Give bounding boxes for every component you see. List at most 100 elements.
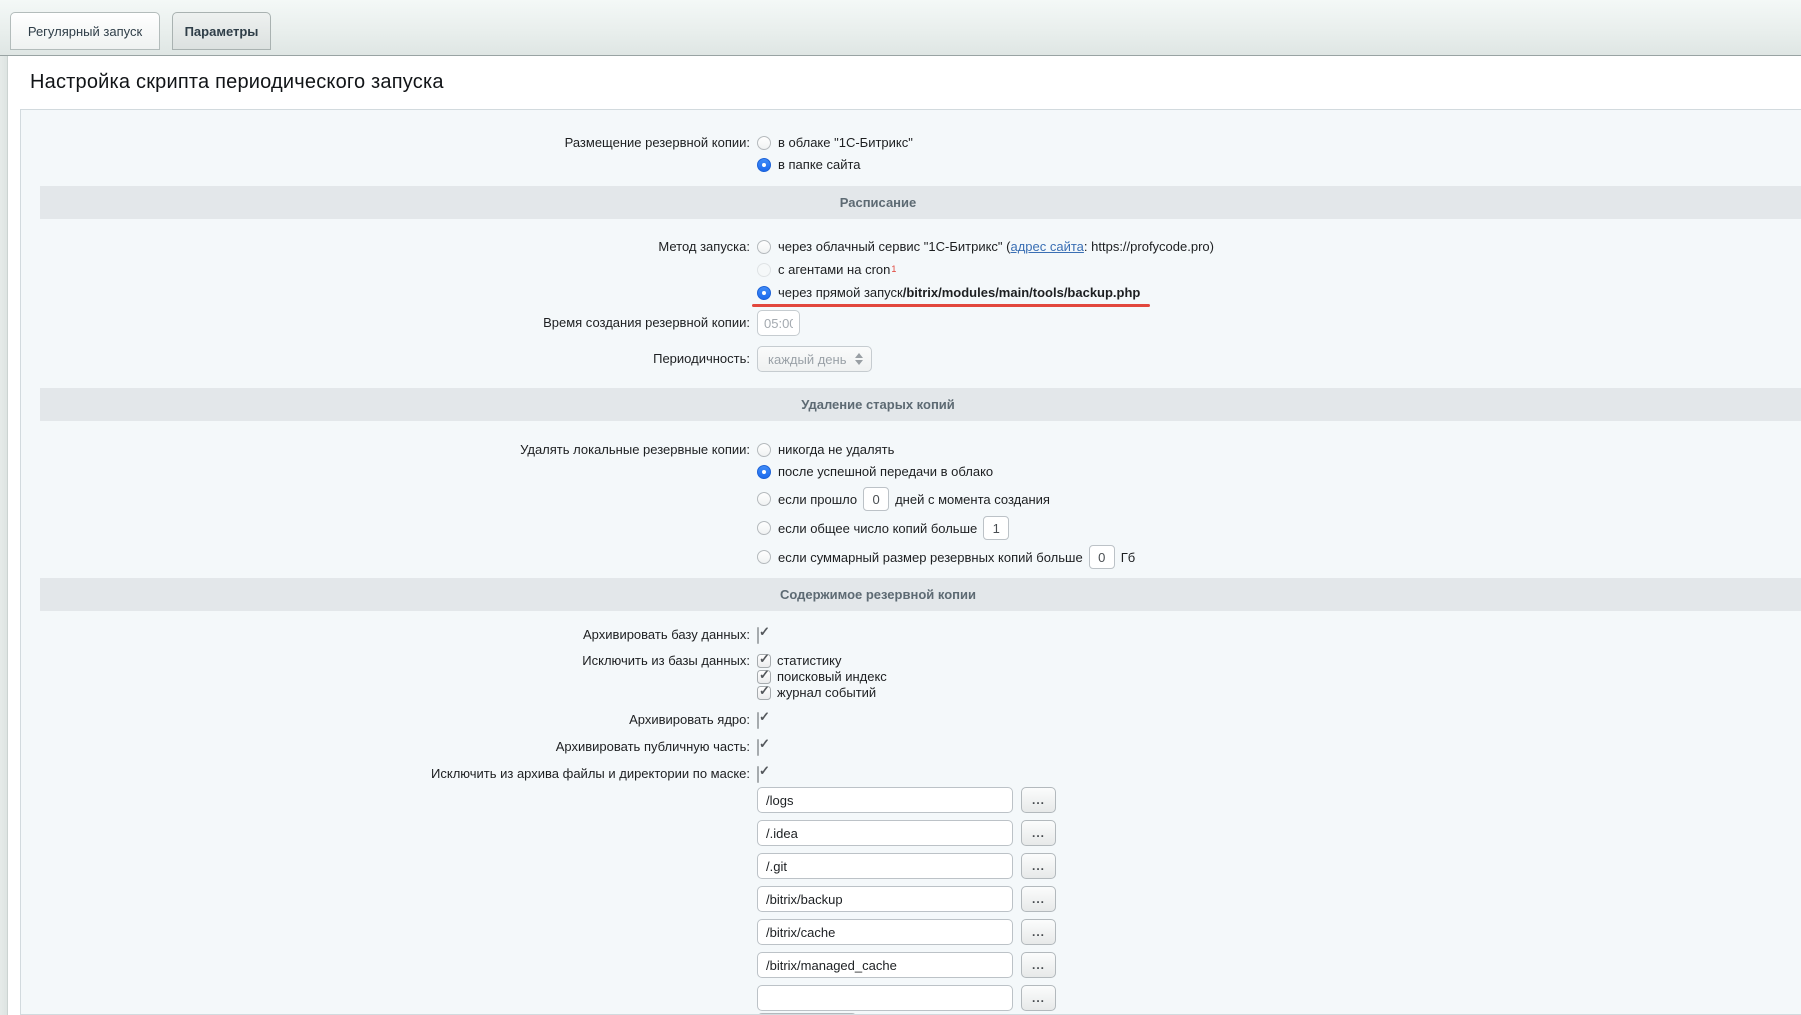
radio-days-passed[interactable] xyxy=(757,492,771,506)
mask-row: ... xyxy=(21,853,1801,879)
radio-cron-agents xyxy=(757,263,771,277)
option-cloud[interactable]: в облаке "1С-Битрикс" xyxy=(757,132,1801,154)
mask-row: ... xyxy=(21,787,1801,813)
row-launch-method: Метод запуска: через облачный сервис "1С… xyxy=(21,235,1801,304)
mask-input-4[interactable] xyxy=(757,886,1013,912)
row-archive-public: Архивировать публичную часть: xyxy=(21,739,1801,755)
radio-after-cloud-transfer[interactable] xyxy=(757,465,771,479)
option-site-folder[interactable]: в папке сайта xyxy=(757,154,1801,176)
mask-row: ... xyxy=(21,952,1801,978)
row-periodicity: Периодичность: каждый день xyxy=(21,346,1801,372)
row-delete-local-copies: Удалять локальные резервные копии: никог… xyxy=(21,439,1801,570)
tab-strip: Регулярный запуск Параметры xyxy=(0,0,1801,56)
radio-cloud[interactable] xyxy=(757,136,771,150)
option-label: в облаке "1С-Битрикс" xyxy=(778,132,913,154)
settings-form: Размещение резервной копии: в облаке "1С… xyxy=(20,109,1801,1015)
radio-direct-launch[interactable] xyxy=(757,286,771,300)
section-heading-deletion: Удаление старых копий xyxy=(40,388,1801,421)
radio-cloud-service[interactable] xyxy=(757,240,771,254)
option-label: через прямой запуск xyxy=(778,281,903,304)
browse-button[interactable]: ... xyxy=(1021,820,1056,846)
radio-copies-count[interactable] xyxy=(757,521,771,535)
browse-button[interactable]: ... xyxy=(1021,952,1056,978)
mask-input-6[interactable] xyxy=(757,952,1013,978)
row-exclude-masks: Исключить из архива файлы и директории п… xyxy=(21,766,1801,782)
mask-input-3[interactable] xyxy=(757,853,1013,879)
row-archive-kernel: Архивировать ядро: xyxy=(21,712,1801,728)
browse-button[interactable]: ... xyxy=(1021,985,1056,1011)
option-label: никогда не удалять xyxy=(778,439,894,461)
option-label: после успешной передачи в облако xyxy=(778,461,993,483)
option-label: статистику xyxy=(777,653,842,669)
tab-regular-run[interactable]: Регулярный запуск xyxy=(10,12,160,50)
search-index-checkbox[interactable] xyxy=(757,670,771,684)
mask-row: ... xyxy=(21,820,1801,846)
exclude-statistics[interactable]: статистику xyxy=(757,653,1801,669)
option-label-pre: через облачный сервис "1С-Битрикс" ( xyxy=(778,235,1010,258)
event-log-checkbox[interactable] xyxy=(757,686,771,700)
mask-input-7[interactable] xyxy=(757,985,1013,1011)
mask-row: ... xyxy=(21,886,1801,912)
left-rail xyxy=(0,56,8,1015)
option-label: поисковый индекс xyxy=(777,669,887,685)
days-passed-input[interactable] xyxy=(863,487,889,511)
section-heading-contents: Содержимое резервной копии xyxy=(40,578,1801,611)
page-title: Настройка скрипта периодического запуска xyxy=(9,56,1801,109)
option-label: журнал событий xyxy=(777,685,876,701)
browse-button[interactable]: ... xyxy=(1021,787,1056,813)
site-address-link[interactable]: адрес сайта xyxy=(1010,235,1083,258)
option-total-size[interactable]: если суммарный размер резервных копий бо… xyxy=(757,544,1801,570)
field-label: Удалять локальные резервные копии: xyxy=(21,439,750,461)
total-size-input[interactable] xyxy=(1089,545,1115,569)
row-partial-button xyxy=(21,1011,1801,1015)
radio-never-delete[interactable] xyxy=(757,443,771,457)
row-backup-placement: Размещение резервной копии: в облаке "1С… xyxy=(21,132,1801,176)
row-archive-database: Архивировать базу данных: xyxy=(21,627,1801,643)
selected-value: каждый день xyxy=(768,352,846,367)
field-label: Архивировать ядро: xyxy=(21,712,750,728)
option-label: в папке сайта xyxy=(778,154,861,176)
browse-button[interactable]: ... xyxy=(1021,919,1056,945)
radio-site-folder[interactable] xyxy=(757,158,771,172)
field-label: Архивировать базу данных: xyxy=(21,627,750,643)
option-copies-count[interactable]: если общее число копий больше xyxy=(757,515,1801,541)
exclude-search-index[interactable]: поисковый индекс xyxy=(757,669,1801,685)
browse-button[interactable]: ... xyxy=(1021,853,1056,879)
copies-count-input[interactable] xyxy=(983,516,1009,540)
option-cron-agents: с агентами на cron1 xyxy=(757,258,1801,281)
field-label: Метод запуска: xyxy=(21,235,750,258)
field-label: Исключить из базы данных: xyxy=(21,653,750,669)
statistics-checkbox[interactable] xyxy=(757,654,771,668)
option-after-cloud-transfer[interactable]: после успешной передачи в облако xyxy=(757,461,1801,483)
archive-kernel-checkbox[interactable] xyxy=(757,712,759,729)
archive-database-checkbox[interactable] xyxy=(757,627,759,644)
section-heading-schedule: Расписание xyxy=(40,186,1801,219)
backup-script-path: /bitrix/modules/main/tools/backup.php xyxy=(903,281,1141,304)
exclude-event-log[interactable]: журнал событий xyxy=(757,685,1801,701)
row-backup-time: Время создания резервной копии: xyxy=(21,310,1801,336)
option-cloud-service[interactable]: через облачный сервис "1С-Битрикс" (адре… xyxy=(757,235,1801,258)
mask-input-1[interactable] xyxy=(757,787,1013,813)
browse-button[interactable]: ... xyxy=(1021,886,1056,912)
option-direct-launch[interactable]: через прямой запуск /bitrix/modules/main… xyxy=(757,281,1140,304)
mask-row: ... xyxy=(21,985,1801,1011)
select-stepper-icon xyxy=(855,353,863,365)
option-label-pre: если прошло xyxy=(778,492,857,507)
periodicity-select: каждый день xyxy=(757,346,872,372)
footnote-marker: 1 xyxy=(891,258,896,281)
option-days-passed[interactable]: если прошло дней с момента создания xyxy=(757,486,1801,512)
exclude-masks-checkbox[interactable] xyxy=(757,766,759,783)
mask-input-5[interactable] xyxy=(757,919,1013,945)
mask-input-2[interactable] xyxy=(757,820,1013,846)
field-label: Размещение резервной копии: xyxy=(21,132,750,154)
backup-time-input xyxy=(757,310,800,336)
radio-total-size[interactable] xyxy=(757,550,771,564)
option-label-pre: если суммарный размер резервных копий бо… xyxy=(778,550,1083,565)
mask-row: ... xyxy=(21,919,1801,945)
tab-parameters[interactable]: Параметры xyxy=(172,12,271,50)
option-label-post: дней с момента создания xyxy=(895,492,1050,507)
field-label: Исключить из архива файлы и директории п… xyxy=(21,766,750,782)
option-never-delete[interactable]: никогда не удалять xyxy=(757,439,1801,461)
archive-public-checkbox[interactable] xyxy=(757,739,759,756)
option-label-post: : https://profycode.pro) xyxy=(1084,235,1214,258)
